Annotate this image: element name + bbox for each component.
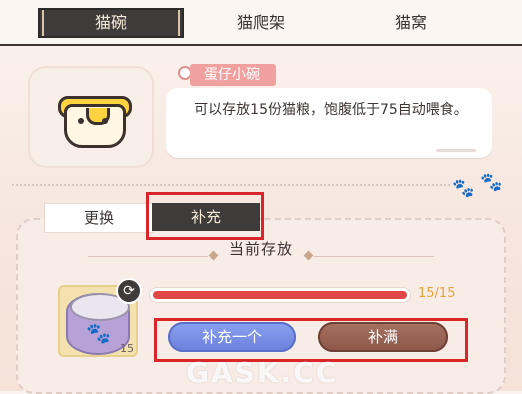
paw-print-icon: 🐾 [452,178,475,199]
item-name-tag: 蛋仔小碗 [190,64,276,86]
card-decoration [436,149,476,152]
paw-icon: 🐾 [86,321,111,345]
dotted-divider [12,184,450,186]
tab-cat-tree[interactable]: 猫爬架 [188,8,334,38]
top-tab-bar: 猫碗 猫爬架 猫窝 [0,0,522,46]
watermark: GASK.CC [186,356,339,389]
food-count: 15 [120,342,134,355]
bowl-eye-right [102,118,108,124]
egg-bowl-icon [28,66,154,168]
item-description-card: 可以存放15份猫粮，饱腹低于75自动喂食。 [166,88,492,158]
item-description: 可以存放15份猫粮，饱腹低于75自动喂食。 [194,102,468,118]
subtab-replace[interactable]: 更换 [44,203,154,233]
tab-cat-bowl[interactable]: 猫碗 [38,8,184,38]
tab-cat-bed[interactable]: 猫窝 [338,8,484,38]
paw-print-icon: 🐾 [480,172,503,193]
bowl-eye-left [78,118,84,124]
storage-progress-bar [149,287,411,303]
storage-progress-fill [153,291,407,299]
swap-icon[interactable]: ⟳ [116,278,142,304]
highlight-box-refill-tab [146,192,264,240]
title-divider-right [314,256,434,257]
storage-count-text: 15/15 [418,286,456,301]
storage-title: 当前存放 [228,240,293,258]
